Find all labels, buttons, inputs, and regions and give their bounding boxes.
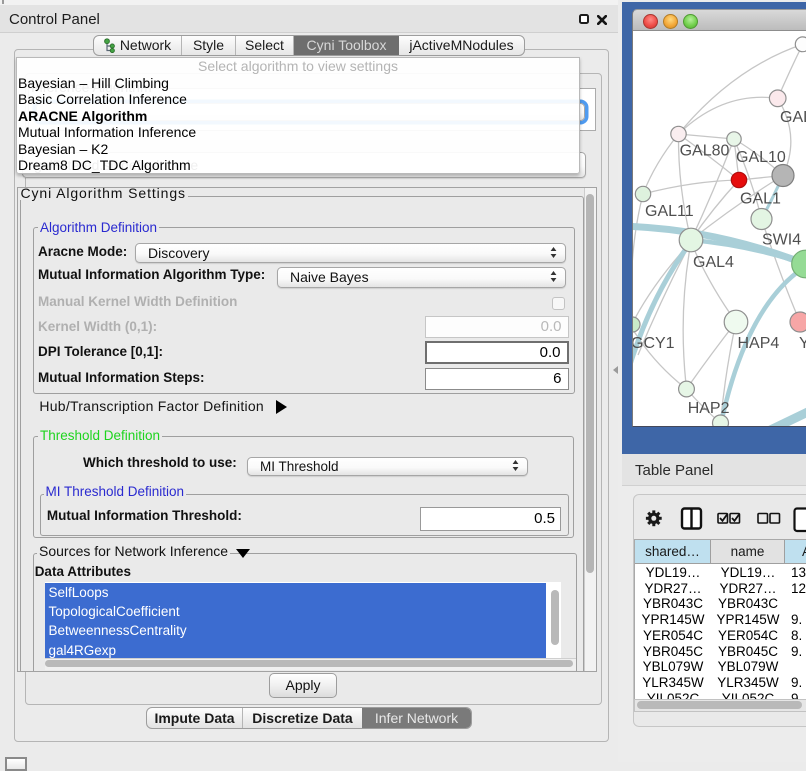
svg-text:Y: Y [799,335,806,352]
svg-text:GAL11: GAL11 [645,203,694,220]
svg-text:GAL10: GAL10 [736,149,786,166]
svg-text:GAL1: GAL1 [740,191,781,208]
svg-text:HAP4: HAP4 [738,335,780,352]
svg-text:SWI4: SWI4 [762,231,801,248]
svg-text:GAL4: GAL4 [693,254,734,271]
svg-text:HAP2: HAP2 [688,400,730,417]
svg-text:GAL7: GAL7 [780,109,806,126]
svg-text:GAL80: GAL80 [680,143,730,160]
svg-text:GCY1: GCY1 [633,335,675,352]
